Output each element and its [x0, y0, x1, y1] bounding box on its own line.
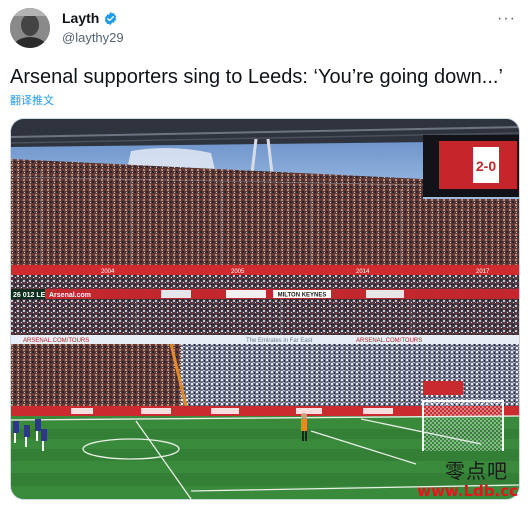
lower-band-text: ARSENAL.COM/TOURS — [23, 338, 89, 344]
ring-year: 2005 — [231, 269, 245, 275]
ring-year: 2004 — [101, 269, 115, 275]
ad-board-text: MILTON KEYNES — [278, 293, 327, 299]
watermark-chinese: 零点吧 — [445, 459, 508, 483]
watermark-url: www.Ldb.cc — [417, 482, 518, 500]
ring-year: 2017 — [476, 269, 490, 275]
more-options-icon[interactable]: ··· — [497, 10, 516, 28]
author-name-row[interactable]: Layth — [62, 10, 118, 26]
translate-tweet-link[interactable]: 翻译推文 — [10, 92, 54, 108]
stadium-photo: 2-0 2004 2005 2014 2017 26 012 LE Arsena… — [11, 119, 519, 499]
user-handle[interactable]: @laythy29 — [62, 30, 124, 45]
lower-band-text: ARSENAL.COM/TOURS — [356, 338, 422, 344]
ring-year: 2014 — [356, 269, 370, 275]
side-clock: 26 012 LE — [13, 292, 46, 299]
avatar[interactable] — [10, 8, 50, 48]
tweet-text: Arsenal supporters sing to Leeds: ‘You’r… — [10, 66, 503, 88]
verified-badge-icon — [105, 11, 117, 25]
lower-band-text: The Emirates in Far East — [246, 338, 313, 344]
scoreboard-score: 2-0 — [476, 158, 496, 174]
ad-board-text: Arsenal.com — [49, 292, 91, 299]
display-name[interactable]: Layth — [62, 10, 99, 26]
tweet-photo[interactable]: 2-0 2004 2005 2014 2017 26 012 LE Arsena… — [10, 118, 520, 500]
